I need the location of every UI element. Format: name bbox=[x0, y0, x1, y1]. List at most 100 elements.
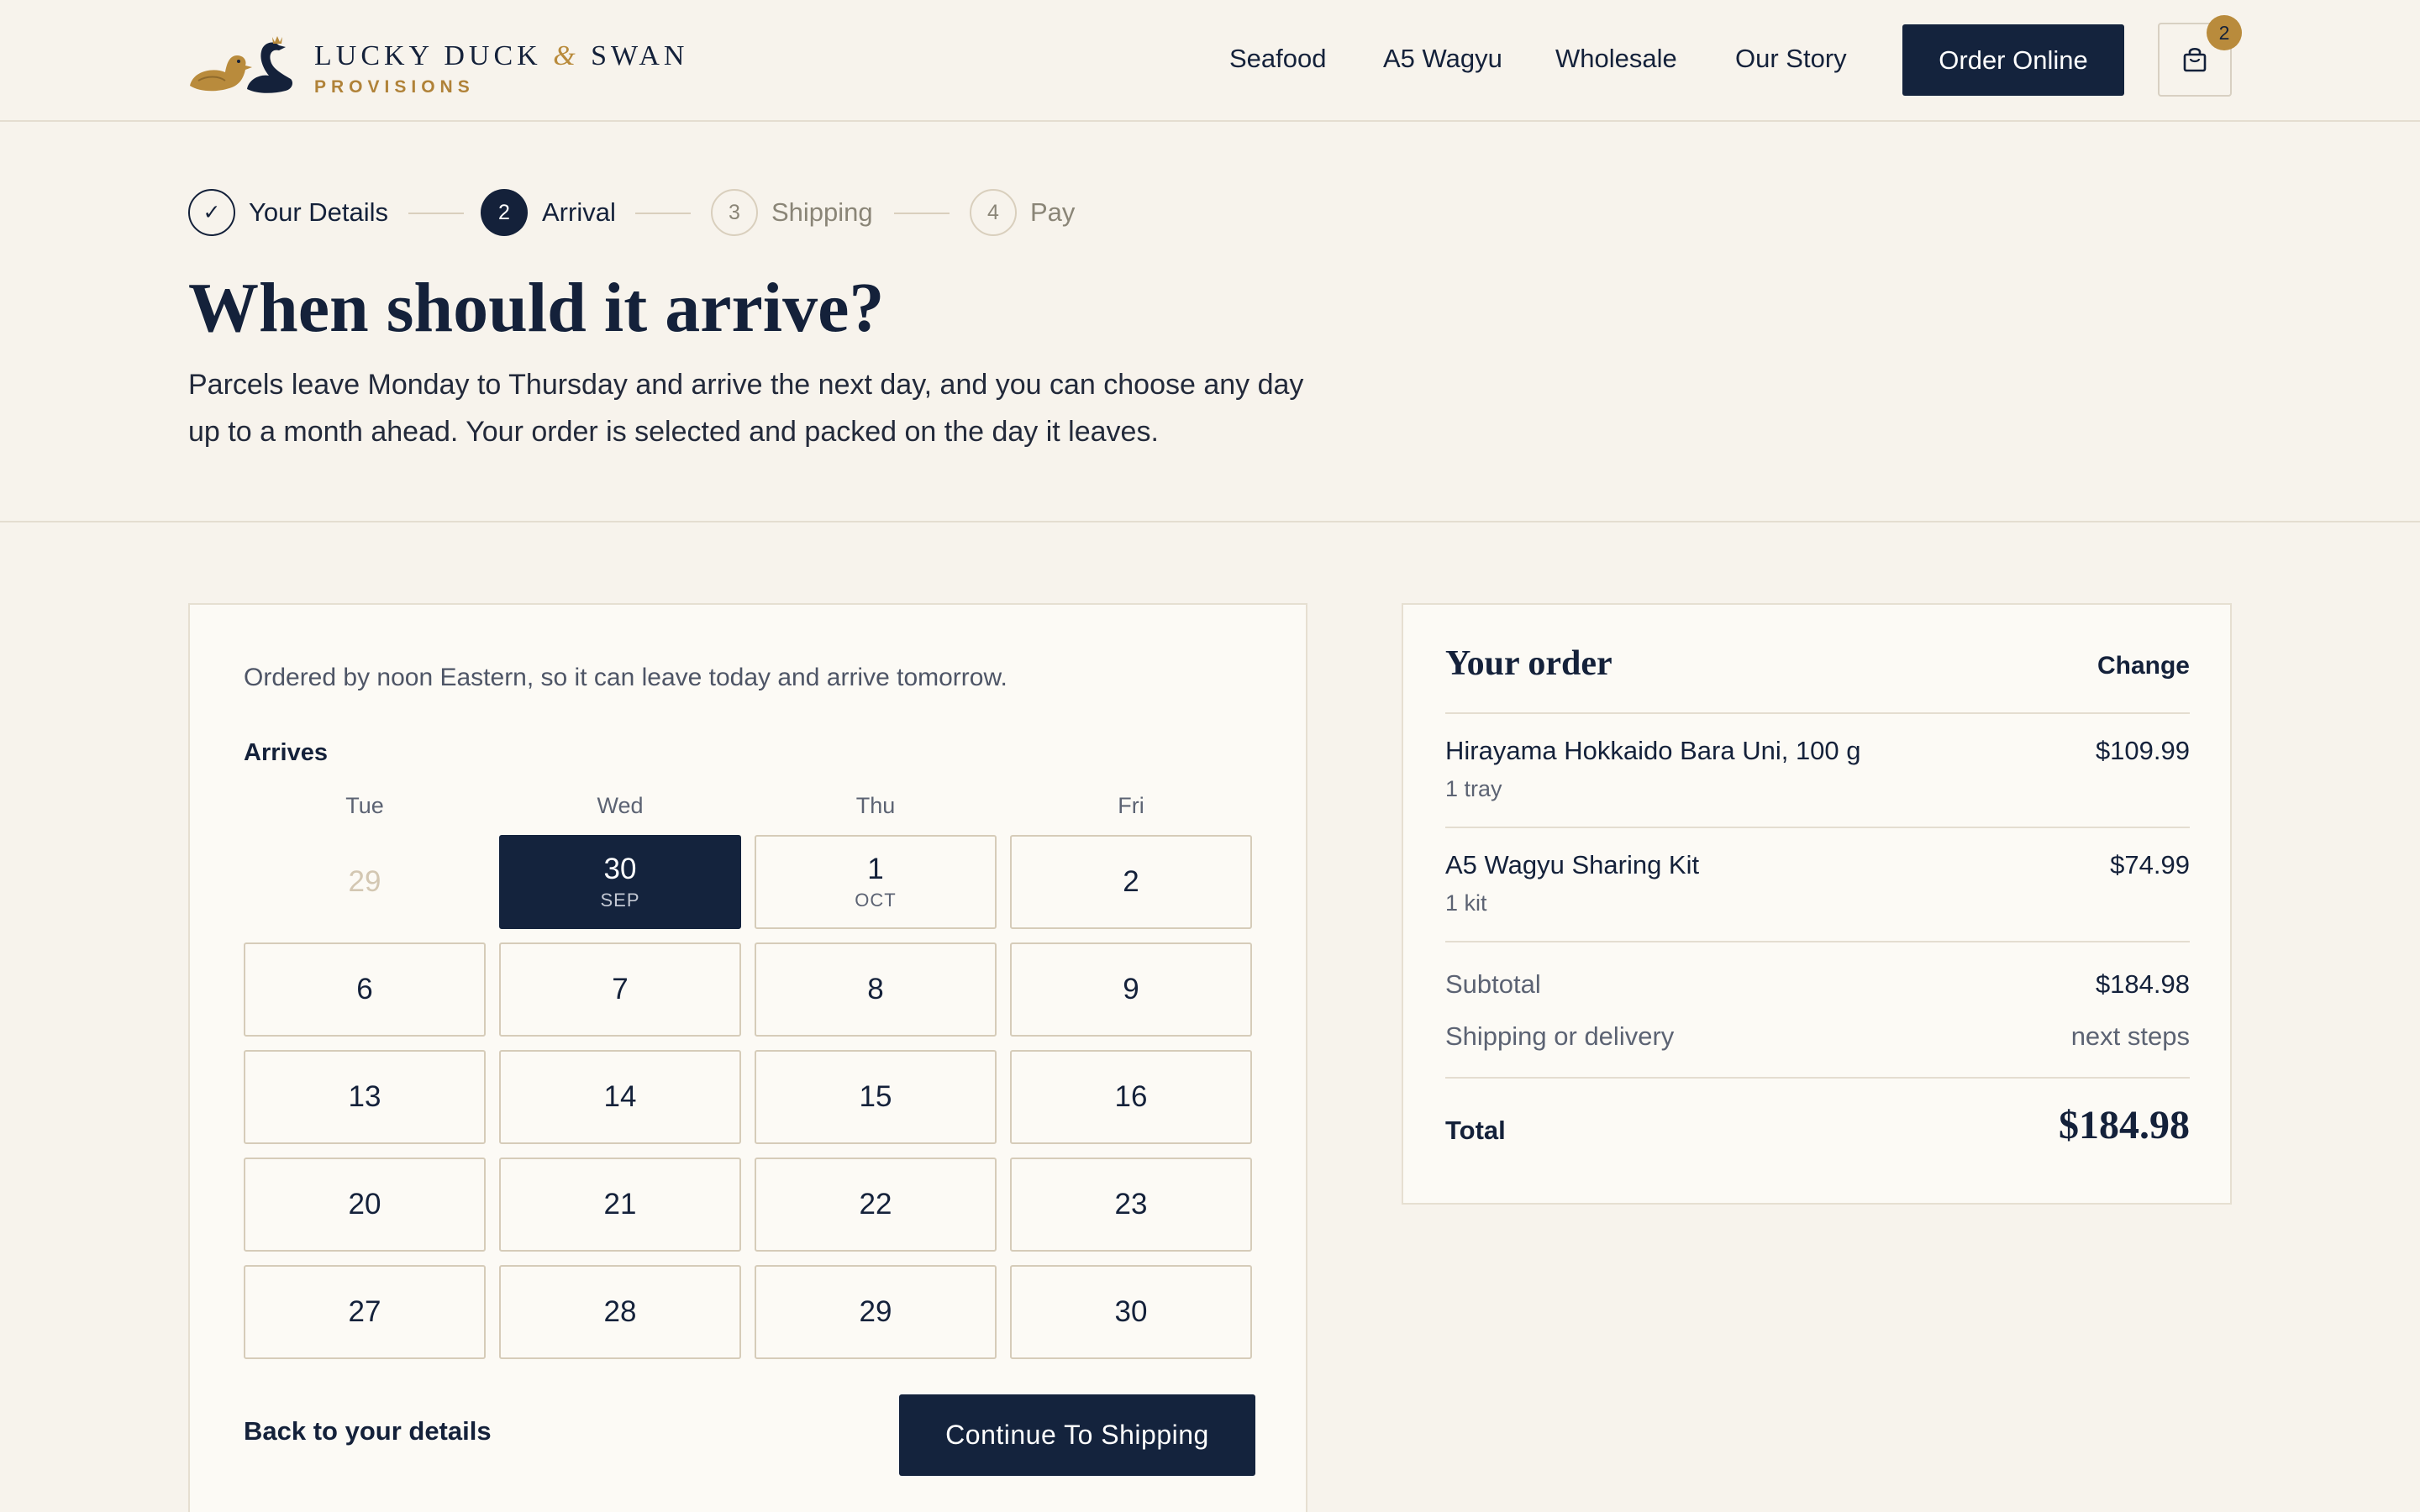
day-button[interactable]: 2 bbox=[1010, 835, 1252, 929]
day-number: 28 bbox=[603, 1295, 637, 1328]
day-button[interactable]: 20 bbox=[244, 1158, 486, 1252]
step-4-label: Pay bbox=[1030, 197, 1076, 227]
cart-count-badge: 2 bbox=[2207, 15, 2242, 50]
total-value: $184.98 bbox=[2059, 1103, 2190, 1147]
checkout-steps: ✓ Your Details 2 Arrival 3 Shipping 4 Pa… bbox=[188, 189, 1197, 236]
weekday-header: Tue bbox=[345, 793, 384, 818]
change-order-link[interactable]: Change bbox=[2097, 652, 2190, 680]
brand-name-part1: LUCKY DUCK bbox=[314, 40, 542, 71]
back-to-details-link[interactable]: Back to your details bbox=[244, 1416, 492, 1446]
day-button[interactable]: 15 bbox=[755, 1050, 997, 1144]
day-number: 30 bbox=[1114, 1295, 1148, 1328]
section-divider bbox=[0, 521, 2420, 522]
day-button[interactable]: 14 bbox=[499, 1050, 741, 1144]
step-2-label: Arrival bbox=[542, 197, 616, 227]
step-1-check-icon[interactable]: ✓ bbox=[188, 189, 235, 236]
day-number: 29 bbox=[348, 865, 381, 898]
order-online-button[interactable]: Order Online bbox=[1902, 24, 2124, 96]
day-button[interactable]: 21 bbox=[499, 1158, 741, 1252]
subtotal-value: $184.98 bbox=[2095, 969, 2190, 999]
nav-link-wholesale[interactable]: Wholesale bbox=[1555, 44, 1677, 74]
day-month: SEP bbox=[600, 890, 640, 911]
order-item-price: $109.99 bbox=[2095, 736, 2190, 765]
day-button[interactable]: 16 bbox=[1010, 1050, 1252, 1144]
order-item-qty: 1 kit bbox=[1445, 890, 1487, 916]
step-connector bbox=[635, 213, 691, 214]
day-button[interactable]: 29 bbox=[755, 1265, 997, 1359]
day-number: 2 bbox=[1123, 865, 1139, 898]
brand-name: LUCKY DUCK & SWAN bbox=[314, 40, 688, 72]
brand-name-ampersand: & bbox=[553, 40, 580, 71]
step-1-label[interactable]: Your Details bbox=[249, 197, 388, 228]
day-number: 15 bbox=[859, 1080, 892, 1113]
step-3-label: Shipping bbox=[771, 197, 873, 227]
order-item-name: A5 Wagyu Sharing Kit bbox=[1445, 850, 1700, 879]
order-summary-title: Your order bbox=[1445, 644, 1612, 683]
day-number: 9 bbox=[1123, 973, 1139, 1005]
subtotal-label: Subtotal bbox=[1445, 969, 1541, 999]
weekday-header: Wed bbox=[597, 793, 644, 818]
brand-name-part2: SWAN bbox=[591, 40, 689, 71]
day-number: 22 bbox=[859, 1188, 892, 1221]
step-3-marker: 3 bbox=[711, 189, 758, 236]
arrives-label: Arrives bbox=[244, 739, 328, 766]
day-number: 7 bbox=[612, 973, 629, 1005]
shipping-label: Shipping or delivery bbox=[1445, 1021, 1675, 1051]
day-button[interactable]: 28 bbox=[499, 1265, 741, 1359]
nav-link-a5-wagyu[interactable]: A5 Wagyu bbox=[1383, 44, 1502, 74]
day-button[interactable]: 22 bbox=[755, 1158, 997, 1252]
summary-divider bbox=[1445, 827, 2190, 828]
day-button[interactable]: 6 bbox=[244, 942, 486, 1037]
brand-tagline: PROVISIONS bbox=[314, 77, 475, 97]
weekday-header: Fri bbox=[1118, 793, 1144, 818]
step-connector bbox=[408, 213, 464, 214]
day-button[interactable]: 7 bbox=[499, 942, 741, 1037]
site-header: LUCKY DUCK & SWAN PROVISIONS Seafood A5 … bbox=[0, 0, 2420, 122]
day-number: 21 bbox=[603, 1188, 637, 1221]
day-number: 29 bbox=[859, 1295, 892, 1328]
summary-divider bbox=[1445, 941, 2190, 942]
shopping-bag-icon bbox=[2183, 47, 2207, 72]
cutoff-note: Ordered by noon Eastern, so it can leave… bbox=[244, 664, 1007, 691]
day-number: 1 bbox=[867, 853, 884, 885]
day-button[interactable]: 27 bbox=[244, 1265, 486, 1359]
day-number: 13 bbox=[348, 1080, 381, 1113]
day-number: 20 bbox=[348, 1188, 381, 1221]
day-number: 8 bbox=[867, 973, 884, 1005]
duck-swan-logo-icon bbox=[190, 36, 292, 93]
day-button[interactable]: 30 bbox=[1010, 1265, 1252, 1359]
day-number: 14 bbox=[603, 1080, 637, 1113]
step-4-marker: 4 bbox=[970, 189, 1017, 236]
page-intro: Parcels leave Monday to Thursday and arr… bbox=[188, 369, 1304, 448]
day-number: 30 bbox=[603, 853, 637, 885]
page-title: When should it arrive? bbox=[188, 269, 885, 347]
day-month: OCT bbox=[855, 890, 897, 911]
day-button[interactable]: 8 bbox=[755, 942, 997, 1037]
arrival-calendar-card: Ordered by noon Eastern, so it can leave… bbox=[188, 603, 1307, 1512]
day-number: 6 bbox=[356, 973, 373, 1005]
total-label: Total bbox=[1445, 1116, 1506, 1145]
day-button[interactable]: 13 bbox=[244, 1050, 486, 1144]
summary-divider bbox=[1445, 1077, 2190, 1079]
summary-divider bbox=[1445, 712, 2190, 714]
day-button[interactable]: 23 bbox=[1010, 1158, 1252, 1252]
order-item-qty: 1 tray bbox=[1445, 776, 1502, 801]
day-number: 16 bbox=[1114, 1080, 1148, 1113]
step-2-marker: 2 bbox=[481, 189, 528, 236]
day-button[interactable]: 9 bbox=[1010, 942, 1252, 1037]
nav-link-our-story[interactable]: Our Story bbox=[1735, 44, 1847, 74]
order-item-price: $74.99 bbox=[2110, 850, 2190, 879]
day-number: 27 bbox=[348, 1295, 381, 1328]
order-summary-card: Your order Change Hirayama Hokkaido Bara… bbox=[1402, 603, 2232, 1205]
nav-link-seafood[interactable]: Seafood bbox=[1229, 44, 1327, 74]
shipping-value: next steps bbox=[2070, 1021, 2190, 1051]
continue-to-shipping-button[interactable]: Continue To Shipping bbox=[899, 1394, 1255, 1476]
step-connector bbox=[894, 213, 950, 214]
weekday-header: Thu bbox=[855, 793, 896, 818]
day-number: 23 bbox=[1114, 1188, 1148, 1221]
day-button-disabled: 29 bbox=[244, 835, 486, 929]
order-item-name: Hirayama Hokkaido Bara Uni, 100 g bbox=[1445, 736, 1861, 765]
day-button[interactable]: 1 OCT bbox=[755, 835, 997, 929]
day-button-selected[interactable]: 30 SEP bbox=[499, 835, 741, 929]
brand-logo[interactable]: LUCKY DUCK & SWAN PROVISIONS bbox=[188, 29, 684, 97]
